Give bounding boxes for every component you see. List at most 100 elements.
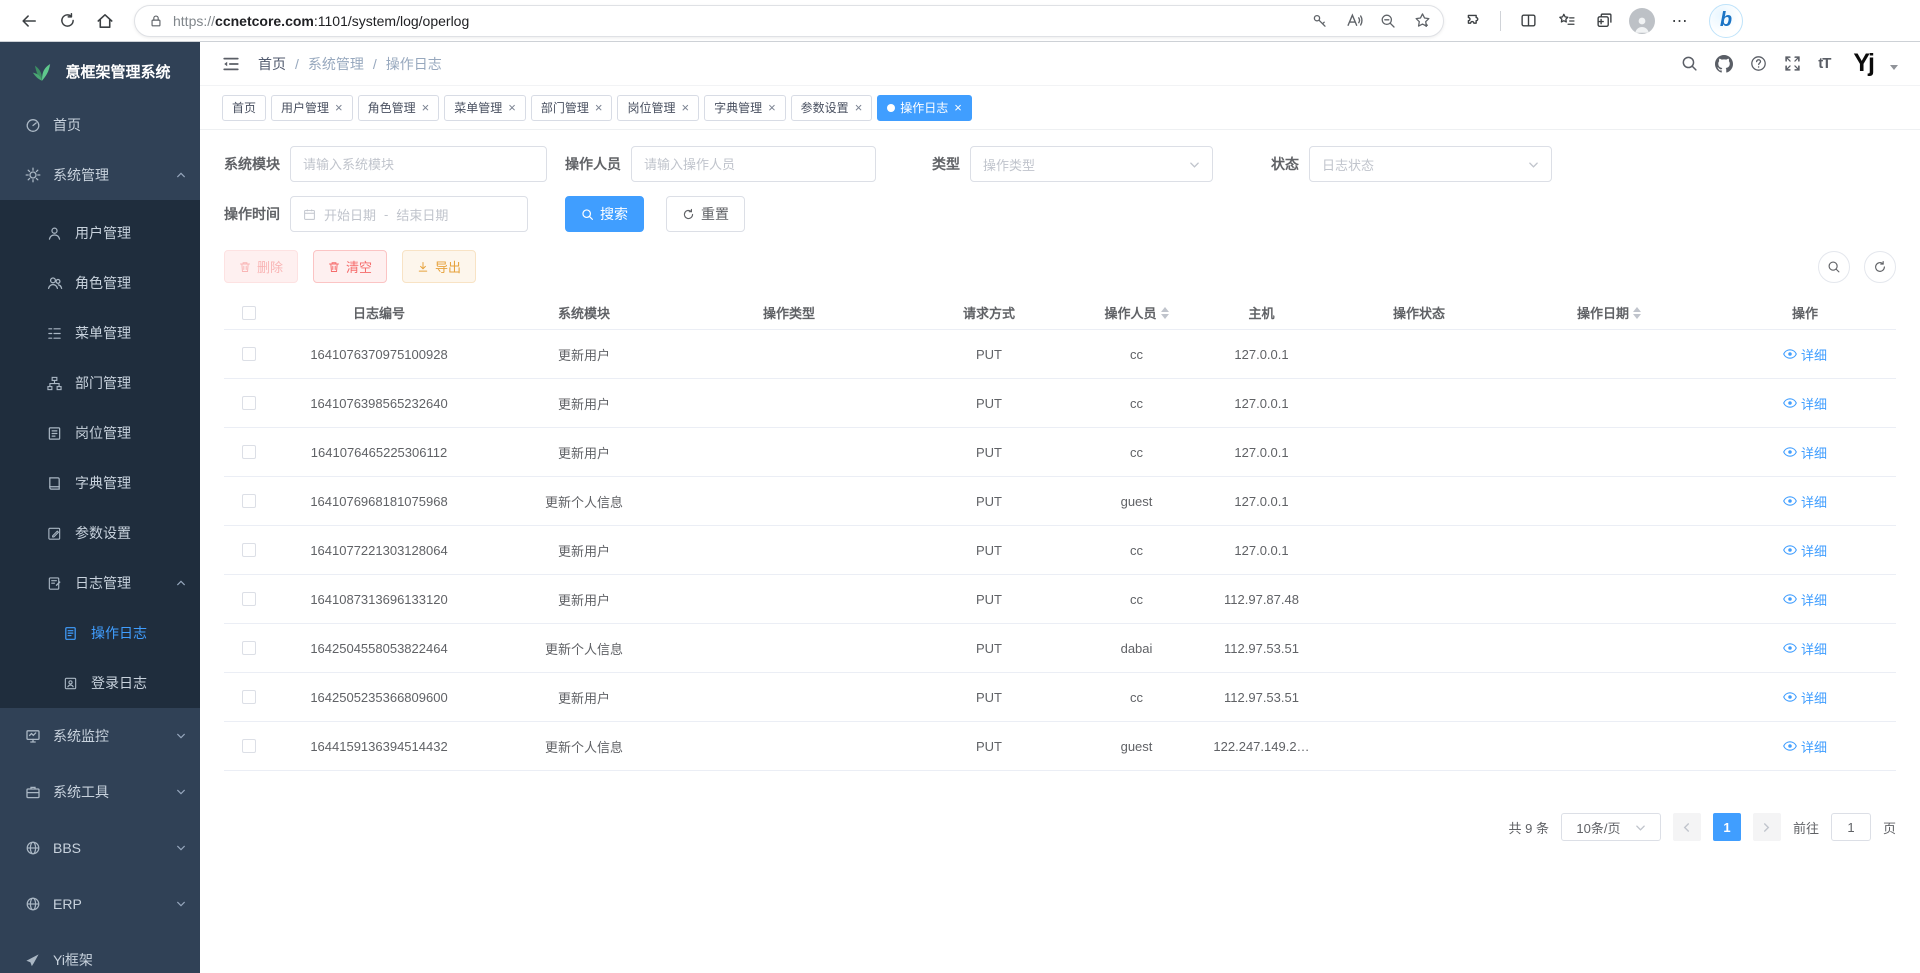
operator-input[interactable] [631,146,876,182]
tab-post-management[interactable]: 岗位管理× [617,95,699,121]
refresh-table-button[interactable] [1864,251,1896,283]
select-all-checkbox[interactable] [242,306,256,320]
sidebar-item-login-log[interactable]: 登录日志 [0,658,200,708]
browser-back-button[interactable] [12,5,46,37]
reset-button[interactable]: 重置 [666,196,745,232]
tab-dept-management[interactable]: 部门管理× [531,95,613,121]
read-aloud-button[interactable] [1339,5,1369,37]
sort-carets-icon[interactable] [1161,307,1169,319]
tab-close-icon[interactable]: × [768,101,776,114]
breadcrumb-system[interactable]: 系统管理 [308,54,364,74]
bing-copilot-icon[interactable]: b [1709,4,1743,38]
address-bar[interactable]: https://ccnetcore.com:1101/system/log/op… [134,5,1444,37]
browser-settings-button[interactable]: ⋯ [1663,5,1697,37]
header-search-button[interactable] [1681,55,1698,72]
tab-menu-management[interactable]: 菜单管理× [444,95,526,121]
sidebar-item-dictionary[interactable]: 字典管理 [0,458,200,508]
page-number-1[interactable]: 1 [1713,813,1741,841]
sort-carets-icon[interactable] [1633,307,1641,319]
detail-link[interactable]: 详细 [1783,492,1827,511]
module-input[interactable] [290,146,547,182]
sidebar-item-erp[interactable]: ERP [0,876,200,932]
detail-link[interactable]: 详细 [1783,737,1827,756]
sidebar-item-menus[interactable]: 菜单管理 [0,308,200,358]
row-checkbox[interactable] [242,494,256,508]
row-checkbox[interactable] [242,543,256,557]
fullscreen-button[interactable] [1784,55,1801,72]
next-page-button[interactable] [1753,813,1781,841]
user-avatar-logo[interactable]: Yj [1853,51,1873,76]
app-logo[interactable]: 意框架管理系统 [0,42,200,100]
header-date-sortable[interactable]: 操作日期 [1504,303,1714,322]
sidebar-item-departments[interactable]: 部门管理 [0,358,200,408]
row-checkbox[interactable] [242,445,256,459]
row-checkbox[interactable] [242,396,256,410]
sidebar-item-posts[interactable]: 岗位管理 [0,408,200,458]
browser-profile-button[interactable] [1625,5,1659,37]
github-link[interactable] [1715,55,1733,73]
status-select[interactable]: 日志状态 [1309,146,1552,182]
sidebar-item-operation-log[interactable]: 操作日志 [0,608,200,658]
sidebar-collapse-button[interactable] [222,55,240,73]
tab-param-settings[interactable]: 参数设置× [791,95,873,121]
help-button[interactable] [1750,55,1767,72]
breadcrumb-home[interactable]: 首页 [258,54,286,74]
sidebar-item-parameters[interactable]: 参数设置 [0,508,200,558]
sidebar-item-roles[interactable]: 角色管理 [0,258,200,308]
toggle-search-button[interactable] [1818,251,1850,283]
tab-close-icon[interactable]: × [681,101,689,114]
tab-home[interactable]: 首页 [222,95,266,121]
tab-close-icon[interactable]: × [422,101,430,114]
prev-page-button[interactable] [1673,813,1701,841]
detail-link[interactable]: 详细 [1783,443,1827,462]
row-checkbox[interactable] [242,641,256,655]
tab-close-icon[interactable]: × [508,101,516,114]
tab-operation-log[interactable]: 操作日志× [877,95,972,121]
sidebar-item-home[interactable]: 首页 [0,100,200,150]
detail-link[interactable]: 详细 [1783,394,1827,413]
zoom-out-button[interactable] [1373,5,1403,37]
sidebar-item-system[interactable]: 系统管理 [0,150,200,200]
goto-page-input[interactable] [1831,813,1871,841]
tab-close-icon[interactable]: × [595,101,603,114]
password-button[interactable] [1305,5,1335,37]
tab-role-management[interactable]: 角色管理× [358,95,440,121]
type-select[interactable]: 操作类型 [970,146,1213,182]
detail-link[interactable]: 详细 [1783,541,1827,560]
delete-button[interactable]: 删除 [224,250,298,283]
sidebar-item-bbs[interactable]: BBS [0,820,200,876]
font-size-icon[interactable]: tT [1818,55,1830,72]
detail-link[interactable]: 详细 [1783,590,1827,609]
row-checkbox[interactable] [242,739,256,753]
tab-close-icon[interactable]: × [954,101,962,114]
export-button[interactable]: 导出 [402,250,476,283]
browser-home-button[interactable] [88,5,122,37]
sidebar-item-logs[interactable]: 日志管理 [0,558,200,608]
detail-link[interactable]: 详细 [1783,345,1827,364]
page-size-select[interactable]: 10条/页 [1561,813,1661,841]
sidebar-item-users[interactable]: 用户管理 [0,208,200,258]
split-screen-button[interactable] [1511,5,1545,37]
collections-button[interactable] [1587,5,1621,37]
extensions-button[interactable] [1456,5,1490,37]
search-button[interactable]: 搜索 [565,196,644,232]
sidebar-item-yi-framework[interactable]: Yi框架 [0,932,200,973]
detail-link[interactable]: 详细 [1783,639,1827,658]
date-range-picker[interactable]: 开始日期 - 结束日期 [290,196,528,232]
row-checkbox[interactable] [242,690,256,704]
browser-refresh-button[interactable] [50,5,84,37]
favorites-button[interactable] [1549,5,1583,37]
sidebar-item-tools[interactable]: 系统工具 [0,764,200,820]
clear-button[interactable]: 清空 [313,250,387,283]
favorite-this-page-button[interactable] [1407,5,1437,37]
tab-user-management[interactable]: 用户管理× [271,95,353,121]
tab-close-icon[interactable]: × [335,101,343,114]
sidebar-item-monitor[interactable]: 系统监控 [0,708,200,764]
row-checkbox[interactable] [242,592,256,606]
avatar-dropdown-caret-icon[interactable] [1890,65,1898,70]
row-checkbox[interactable] [242,347,256,361]
tab-close-icon[interactable]: × [855,101,863,114]
header-operator-sortable[interactable]: 操作人员 [1084,303,1189,322]
detail-link[interactable]: 详细 [1783,688,1827,707]
tab-dict-management[interactable]: 字典管理× [704,95,786,121]
